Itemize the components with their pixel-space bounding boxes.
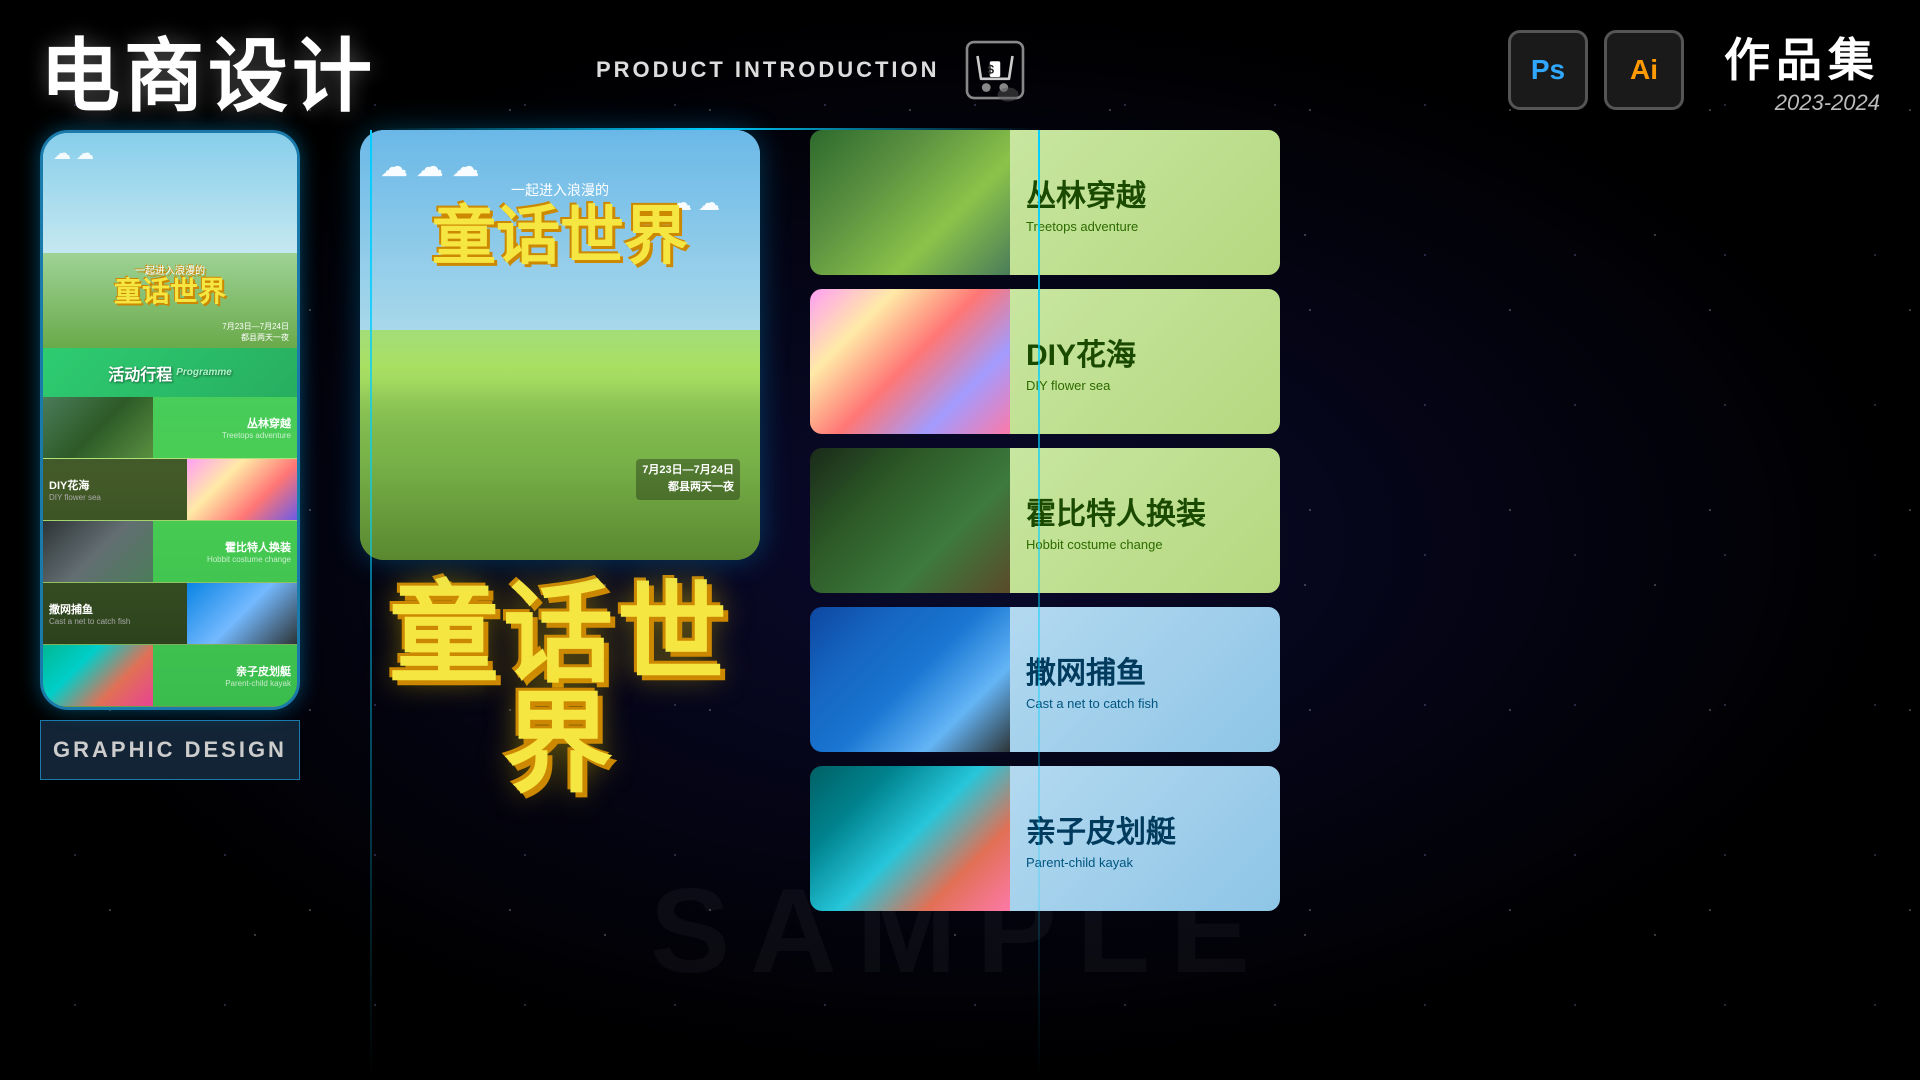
- main-card-title: 一起进入浪漫的 童话世界: [360, 180, 760, 268]
- activity-zh-forest: 丛林穿越: [1026, 171, 1264, 215]
- activity-label-fish: 撒网捕鱼 Cast a net to catch fish: [1010, 607, 1280, 752]
- tech-line-right: [1038, 130, 1040, 1080]
- phone-hero-clouds: ☁ ☁: [53, 143, 94, 164]
- phone-item-img-forest: [43, 397, 153, 458]
- phone-item-hobbit: 霍比特人换装 Hobbit costume change: [43, 521, 297, 583]
- activity-en-forest: Treetops adventure: [1026, 219, 1264, 234]
- activity-en-kayak: Parent-child kayak: [1026, 855, 1264, 870]
- main-card-date: 7月23日—7月24日都县两天一夜: [636, 459, 740, 500]
- fish-en: Cast a net to catch fish: [49, 617, 181, 626]
- app-badges: Ps Ai: [1508, 30, 1684, 110]
- phone-item-img-flower: [187, 459, 297, 520]
- phone-item-forest: 丛林穿越 Treetops adventure: [43, 397, 297, 459]
- activity-label-forest: 丛林穿越 Treetops adventure: [1010, 130, 1280, 275]
- phone-date: 7月23日—7月24日都县两天一夜: [222, 321, 289, 343]
- activity-img-forest: [810, 130, 1010, 275]
- activity-card-hobbit: 霍比特人换装 Hobbit costume change: [810, 448, 1280, 593]
- tech-line-left: [370, 130, 372, 1080]
- activity-card-fish: 撒网捕鱼 Cast a net to catch fish: [810, 607, 1280, 752]
- main-card-fairy-title: 童话世界: [360, 204, 760, 268]
- left-panel: ☁ ☁ 一起进入浪漫的 童话世界 7月23日—7月24日都县两天一夜 活动行程 …: [40, 130, 310, 1060]
- phone-item-label-hobbit: 霍比特人换装 Hobbit costume change: [153, 521, 297, 582]
- phone-item-fish: 撒网捕鱼 Cast a net to catch fish: [43, 583, 297, 645]
- forest-en: Treetops adventure: [222, 431, 291, 440]
- activity-label-hobbit: 霍比特人换装 Hobbit costume change: [1010, 448, 1280, 593]
- cart-icon: $: [960, 35, 1030, 105]
- activity-en-hobbit: Hobbit costume change: [1026, 537, 1264, 552]
- activity-en-fish: Cast a net to catch fish: [1026, 696, 1264, 711]
- graphic-design-label: GRAPHIC DESIGN: [40, 720, 300, 780]
- ps-badge: Ps: [1508, 30, 1588, 110]
- phone-itinerary: 活动行程 Programme: [43, 348, 297, 397]
- phone-item-label-fish: 撒网捕鱼 Cast a net to catch fish: [43, 583, 187, 644]
- activity-zh-kayak: 亲子皮划艇: [1026, 807, 1264, 851]
- main-layout: 电商设计 PRODUCT INTRODUCTION $ Ps Ai 作品集 20…: [0, 0, 1920, 1080]
- phone-item-img-hobbit: [43, 521, 153, 582]
- activity-card-kayak: 亲子皮划艇 Parent-child kayak: [810, 766, 1280, 911]
- right-panel: 丛林穿越 Treetops adventure DIY花海 DIY flower…: [810, 130, 1290, 1060]
- phone-item-label-kayak: 亲子皮划艇 Parent-child kayak: [153, 645, 297, 706]
- phone-items: 丛林穿越 Treetops adventure DIY花海 DIY flower…: [43, 397, 297, 707]
- phone-item-img-kayak: [43, 645, 153, 706]
- fish-zh: 撒网捕鱼: [49, 601, 181, 617]
- svg-text:$: $: [987, 63, 994, 77]
- activity-label-kayak: 亲子皮划艇 Parent-child kayak: [1010, 766, 1280, 911]
- main-card-top-line: 一起进入浪漫的: [360, 180, 760, 200]
- activity-img-hobbit: [810, 448, 1010, 593]
- kayak-en: Parent-child kayak: [225, 679, 291, 688]
- activity-card-flower: DIY花海 DIY flower sea: [810, 289, 1280, 434]
- portfolio-year: 2023-2024: [1724, 90, 1880, 116]
- phone-item-kayak: 亲子皮划艇 Parent-child kayak: [43, 645, 297, 707]
- phone-item-img-fish: [187, 583, 297, 644]
- header: 电商设计 PRODUCT INTRODUCTION $ Ps Ai 作品集 20…: [0, 0, 1920, 130]
- content-area: ☁ ☁ 一起进入浪漫的 童话世界 7月23日—7月24日都县两天一夜 活动行程 …: [0, 130, 1920, 1080]
- activity-zh-flower: DIY花海: [1026, 330, 1264, 374]
- kayak-zh: 亲子皮划艇: [236, 663, 291, 679]
- product-intro-label: PRODUCT INTRODUCTION: [596, 57, 940, 83]
- main-title: 电商设计: [40, 12, 376, 128]
- activity-label-flower: DIY花海 DIY flower sea: [1010, 289, 1280, 434]
- phone-item-flower: DIY花海 DIY flower sea: [43, 459, 297, 521]
- hobbit-en: Hobbit costume change: [207, 555, 291, 564]
- phone-mockup: ☁ ☁ 一起进入浪漫的 童话世界 7月23日—7月24日都县两天一夜 活动行程 …: [40, 130, 300, 710]
- activity-en-flower: DIY flower sea: [1026, 378, 1264, 393]
- portfolio-title: 作品集 2023-2024: [1724, 24, 1880, 116]
- activity-img-kayak: [810, 766, 1010, 911]
- activity-img-fish: [810, 607, 1010, 752]
- large-title: 童话世界: [340, 580, 780, 800]
- main-card: ☁ ☁ ☁ ☁ ☁ 一起进入浪漫的 童话世界 7月23日—7月24日都县两天一夜: [360, 130, 760, 560]
- activity-zh-hobbit: 霍比特人换装: [1026, 489, 1264, 533]
- phone-fairy-title: 一起进入浪漫的 童话世界: [43, 266, 297, 308]
- activity-img-flower: [810, 289, 1010, 434]
- ai-badge: Ai: [1604, 30, 1684, 110]
- hobbit-zh: 霍比特人换装: [225, 539, 291, 555]
- portfolio-zh: 作品集: [1724, 24, 1880, 90]
- activity-card-forest: 丛林穿越 Treetops adventure: [810, 130, 1280, 275]
- flower-en: DIY flower sea: [49, 493, 181, 502]
- activity-zh-fish: 撒网捕鱼: [1026, 648, 1264, 692]
- flower-zh: DIY花海: [49, 477, 181, 493]
- forest-zh: 丛林穿越: [247, 415, 291, 431]
- main-card-cloud-left: ☁ ☁ ☁: [380, 150, 480, 183]
- middle-panel: ☁ ☁ ☁ ☁ ☁ 一起进入浪漫的 童话世界 7月23日—7月24日都县两天一夜…: [340, 130, 780, 1060]
- phone-item-label-forest: 丛林穿越 Treetops adventure: [153, 397, 297, 458]
- phone-item-label-flower: DIY花海 DIY flower sea: [43, 459, 187, 520]
